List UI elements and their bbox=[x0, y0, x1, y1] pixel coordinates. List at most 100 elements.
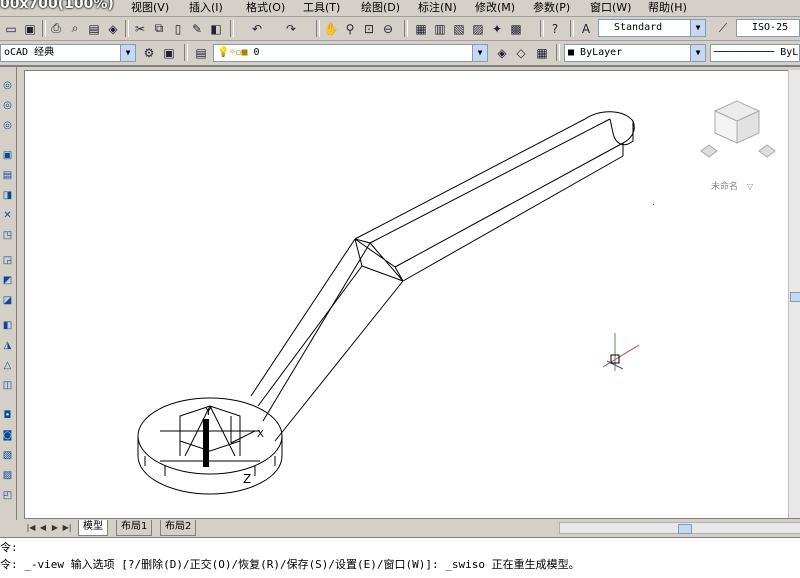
cut-icon[interactable]: ✂ bbox=[131, 20, 149, 37]
dim-style-icon[interactable]: ⟋ bbox=[714, 20, 732, 37]
wedge-icon[interactable]: ◮ bbox=[0, 337, 15, 353]
linetype-dropdown[interactable]: ────────── ByLay bbox=[710, 44, 800, 62]
color-swatch: ■ bbox=[568, 47, 581, 58]
print-icon[interactable]: ⎙ bbox=[47, 20, 65, 37]
prev-tab-icon[interactable]: ◀ bbox=[38, 522, 48, 533]
vertical-scroll-thumb[interactable] bbox=[790, 292, 800, 302]
text-style-icon[interactable]: A bbox=[577, 20, 595, 37]
menu-insert[interactable]: 插入(I) bbox=[186, 0, 226, 16]
box-icon[interactable]: ◧ bbox=[0, 317, 15, 333]
y-rotate-icon[interactable]: ◪ bbox=[0, 292, 15, 308]
dim-style-dropdown[interactable]: ISO-25 bbox=[736, 19, 800, 37]
draw-toolbar: ◎ ◎ ◎ ▣ ▤ ◨ ✕ ◳ ◲ ◩ ◪ ◧ ◮ △ ◫ ◘ ◙ ▧ ▨ ◰ bbox=[0, 67, 17, 520]
tool-palettes-icon[interactable]: ▧ bbox=[450, 20, 468, 37]
drawing-canvas[interactable]: Y Z X 未命名 ▽ bbox=[24, 70, 789, 519]
next-tab-icon[interactable]: ▶ bbox=[50, 522, 60, 533]
save-icon[interactable]: ▣ bbox=[21, 20, 39, 37]
wrench-head-bold-bar bbox=[203, 419, 209, 467]
tab-layout2[interactable]: 布局2 bbox=[160, 520, 197, 536]
wrench-handle-end-inner bbox=[609, 118, 634, 146]
menu-view[interactable]: 视图(V) bbox=[128, 0, 172, 16]
new-file-icon[interactable]: ▭ bbox=[2, 20, 20, 37]
quickcalc-icon[interactable]: ▩ bbox=[507, 20, 525, 37]
presspull-icon[interactable]: ◰ bbox=[0, 487, 15, 503]
menu-window[interactable]: 窗口(W) bbox=[587, 0, 634, 16]
3point-ucs-icon[interactable]: ◲ bbox=[0, 252, 15, 268]
ucs-icon[interactable]: ◎ bbox=[0, 77, 15, 93]
menu-tools[interactable]: 工具(T) bbox=[300, 0, 343, 16]
menu-format[interactable]: 格式(O) bbox=[243, 0, 288, 16]
pan-hand-icon[interactable]: ✋ bbox=[322, 20, 340, 37]
viewcube-label[interactable]: 未命名 bbox=[711, 180, 738, 192]
ucs-world-icon[interactable]: ◎ bbox=[0, 97, 15, 113]
markup-icon[interactable]: ✦ bbox=[488, 20, 506, 37]
wrench-handle-bottom-edge bbox=[394, 142, 624, 268]
menu-modify[interactable]: 修改(M) bbox=[472, 0, 518, 16]
chevron-down-icon[interactable]: ▼ bbox=[120, 45, 135, 61]
last-tab-icon[interactable]: ▶| bbox=[62, 522, 72, 533]
extrude-icon[interactable]: ◘ bbox=[0, 407, 15, 423]
layer-dropdown[interactable]: 💡☼▫■ 0 ▼ bbox=[213, 44, 488, 62]
linetype-sample: ────────── bbox=[714, 47, 781, 58]
face-ucs-icon[interactable]: ▣ bbox=[0, 147, 15, 163]
undo-icon[interactable]: ↶ bbox=[248, 20, 266, 37]
horizontal-scroll-thumb[interactable] bbox=[678, 524, 692, 534]
chevron-down-icon[interactable]: ▼ bbox=[690, 45, 705, 61]
sheet-set-icon[interactable]: ▨ bbox=[469, 20, 487, 37]
text-style-dropdown[interactable]: Standard ▼ bbox=[598, 19, 706, 37]
view-ucs-icon[interactable]: ◨ bbox=[0, 187, 15, 203]
tab-layout1[interactable]: 布局1 bbox=[116, 520, 153, 536]
menu-help[interactable]: 帮助(H) bbox=[645, 0, 690, 16]
cylinder-icon[interactable]: ◫ bbox=[0, 377, 15, 393]
horizontal-scrollbar[interactable] bbox=[559, 522, 800, 534]
sweep-icon[interactable]: ▧ bbox=[0, 447, 15, 463]
workspace-settings-icon[interactable]: ⚙ bbox=[140, 44, 158, 61]
toolbar-separator bbox=[230, 20, 234, 37]
redo-icon[interactable]: ↷ bbox=[282, 20, 300, 37]
x-rotate-icon[interactable]: ◩ bbox=[0, 272, 15, 288]
crosshair-cursor bbox=[602, 333, 640, 371]
chevron-down-icon[interactable]: ▽ bbox=[747, 182, 754, 191]
help-icon[interactable]: ? bbox=[546, 20, 564, 37]
paste-icon[interactable]: ▯ bbox=[169, 20, 187, 37]
zoom-previous-icon[interactable]: ⊖ bbox=[379, 20, 397, 37]
wrench-lower-edge-2 bbox=[257, 265, 363, 407]
vertical-scrollbar[interactable] bbox=[788, 70, 800, 518]
print-preview-icon[interactable]: ⌕ bbox=[66, 20, 84, 37]
workspace-save-icon[interactable]: ▣ bbox=[160, 44, 178, 61]
wrench-lower-edge-4 bbox=[274, 280, 404, 442]
origin-ucs-icon[interactable]: ✕ bbox=[0, 207, 15, 223]
chevron-down-icon[interactable]: ▼ bbox=[472, 45, 487, 61]
tab-model[interactable]: 模型 bbox=[78, 520, 108, 536]
make-current-layer-icon[interactable]: ◈ bbox=[493, 44, 511, 61]
menu-draw[interactable]: 绘图(D) bbox=[358, 0, 403, 16]
cone-icon[interactable]: △ bbox=[0, 357, 15, 373]
wrench-handle-top-edge bbox=[354, 118, 586, 240]
3d-publish-icon[interactable]: ◈ bbox=[104, 20, 122, 37]
menu-dimension[interactable]: 标注(N) bbox=[415, 0, 460, 16]
loft-icon[interactable]: ▨ bbox=[0, 467, 15, 483]
chevron-down-icon[interactable]: ▼ bbox=[690, 20, 705, 36]
properties-icon[interactable]: ▦ bbox=[412, 20, 430, 37]
layer-previous-icon[interactable]: ◇ bbox=[512, 44, 530, 61]
design-center-icon[interactable]: ▥ bbox=[431, 20, 449, 37]
command-window[interactable]: 令: 令: _-view 输入选项 [?/删除(D)/正交(O)/恢复(R)/保… bbox=[0, 537, 800, 578]
block-editor-icon[interactable]: ◧ bbox=[207, 20, 225, 37]
revolve-icon[interactable]: ◙ bbox=[0, 427, 15, 443]
viewcube[interactable] bbox=[700, 100, 776, 158]
color-dropdown[interactable]: ■ ByLayer ▼ bbox=[564, 44, 706, 62]
match-properties-icon[interactable]: ✎ bbox=[188, 20, 206, 37]
zoom-window-icon[interactable]: ⊡ bbox=[360, 20, 378, 37]
zoom-realtime-icon[interactable]: ⚲ bbox=[341, 20, 359, 37]
workspace-dropdown[interactable]: oCAD 经典 ▼ bbox=[0, 44, 136, 62]
zaxis-ucs-icon[interactable]: ◳ bbox=[0, 227, 15, 243]
layer-manager-icon[interactable]: ▤ bbox=[192, 44, 210, 61]
first-tab-icon[interactable]: |◀ bbox=[26, 522, 36, 533]
menu-parametric[interactable]: 参数(P) bbox=[530, 0, 573, 16]
object-ucs-icon[interactable]: ▤ bbox=[0, 167, 15, 183]
ucs-previous-icon[interactable]: ◎ bbox=[0, 117, 15, 133]
copy-icon[interactable]: ⧉ bbox=[150, 20, 168, 37]
layer-isolate-icon[interactable]: ▦ bbox=[533, 44, 551, 61]
standard-toolbar: ▭ ▣ ⎙ ⌕ ▤ ◈ ✂ ⧉ ▯ ✎ ◧ ↶ ↷ ✋ ⚲ ⊡ ⊖ ▦ ▥ ▧ … bbox=[0, 17, 800, 41]
publish-icon[interactable]: ▤ bbox=[85, 20, 103, 37]
